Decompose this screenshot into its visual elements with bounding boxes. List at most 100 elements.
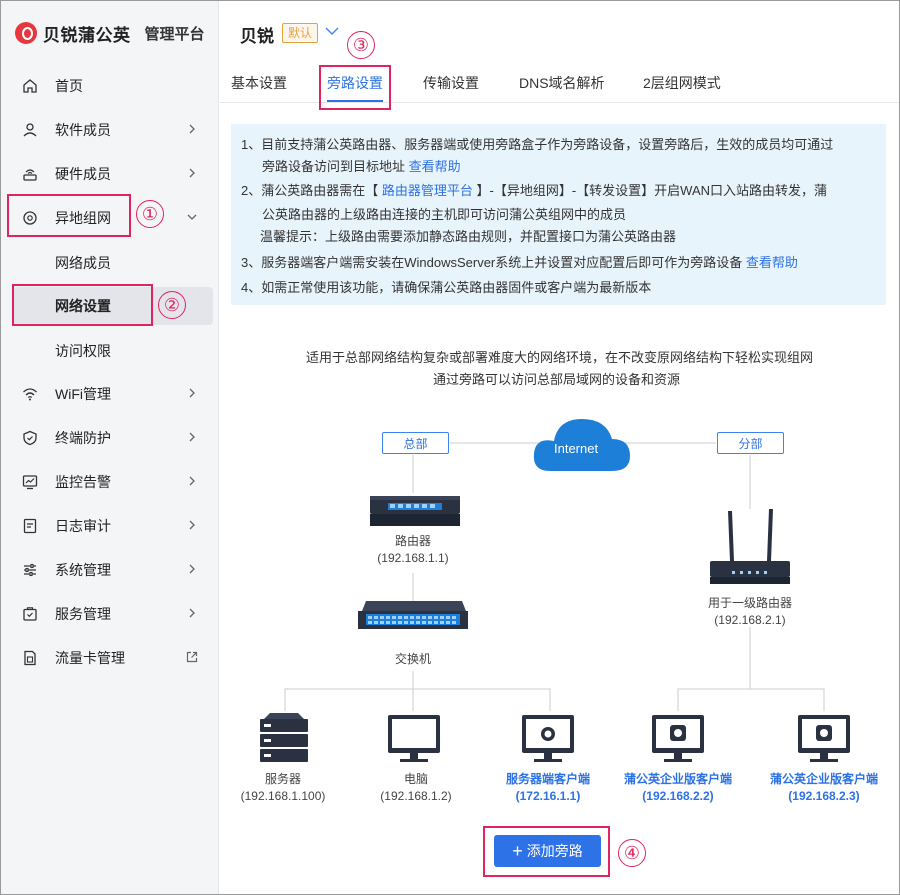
branch-router-name: 用于一级路由器 (707, 596, 792, 610)
client1-name: 服务器端客户端 (505, 772, 590, 786)
diagram-caption-2: 通过旁路可以访问总部局域网的设备和资源 (432, 372, 680, 387)
sidebar-item-label: WiFi管理 (55, 386, 111, 402)
sidebar-item-system[interactable]: 系统管理 (7, 552, 213, 588)
router-ip: (192.168.1.1) (377, 551, 449, 565)
chevron-right-icon (189, 520, 195, 530)
tab-dns-resolution[interactable]: DNS域名解析 (519, 73, 605, 93)
switch-label: 交换机 (394, 652, 431, 666)
sidebar-item-log-audit[interactable]: 日志审计 (7, 508, 213, 544)
sidebar-item-service[interactable]: 服务管理 (7, 596, 213, 632)
sidebar-item-home[interactable]: 首页 (7, 68, 213, 104)
chevron-down-icon[interactable] (324, 25, 340, 37)
external-link-icon (186, 651, 198, 663)
annotation-number-3: ③ (347, 31, 375, 59)
brand-logo-icon (15, 22, 37, 44)
enterprise-client-label-2: 蒲公英企业版客户端 (192.168.2.3) (760, 771, 888, 805)
sliders-icon (21, 561, 39, 579)
annotation-number-2: ② (158, 291, 186, 319)
service-box-icon (21, 605, 39, 623)
log-icon (21, 517, 39, 535)
chevron-down-icon (187, 214, 197, 220)
pc-name: 电脑 (403, 772, 428, 786)
sidebar-subitem-label: 访问权限 (55, 343, 111, 359)
internet-cloud-label: Internet (554, 441, 599, 456)
hq-tag: 总部 (382, 432, 449, 454)
pc-monitor-icon (388, 715, 440, 762)
info-line-1: 1、目前支持蒲公英路由器、服务器端或使用旁路盒子作为旁路设备，设置旁路后，生效的… (241, 137, 834, 152)
sidebar-subitem-access-rights[interactable]: 访问权限 (13, 332, 213, 370)
pc-ip: (192.168.1.2) (380, 789, 452, 803)
tab-transfer-settings[interactable]: 传输设置 (423, 73, 479, 93)
add-bypass-label: 添加旁路 (526, 843, 583, 859)
info-line-3-text-b: 】-【异地组网】-【转发设置】开启WAN口入站路由转发，蒲 (476, 183, 828, 198)
router-label: 路由器 (192.168.1.1) (363, 533, 463, 567)
sidebar-item-hardware-members[interactable]: 硬件成员 (7, 156, 213, 192)
server-client-icon (522, 715, 574, 762)
monitor-chart-icon (21, 473, 39, 491)
sidebar-item-terminal-protection[interactable]: 终端防护 (7, 420, 213, 456)
router-platform-link[interactable]: 路由器管理平台 (382, 183, 473, 198)
sidebar-item-label: 首页 (55, 78, 83, 94)
info-line-3-text-a: 2、蒲公英路由器需在【 (241, 183, 379, 198)
chevron-right-icon (189, 476, 195, 486)
sidebar-item-label: 日志审计 (55, 518, 111, 534)
switch-device-icon (358, 601, 468, 629)
info-notice: 1、目前支持蒲公英路由器、服务器端或使用旁路盒子作为旁路设备，设置旁路后，生效的… (231, 124, 886, 305)
info-line-2: 旁路设备访问到目标地址 查看帮助 (262, 155, 461, 179)
sidebar-subitem-label: 网络成员 (55, 255, 111, 271)
shield-icon (21, 429, 39, 447)
client3-name: 蒲公英企业版客户端 (769, 772, 878, 786)
pc-label: 电脑 (192.168.1.2) (366, 771, 466, 805)
sidebar: 贝锐蒲公英 管理平台 首页 软件成员 硬件成员 异地组网 网络成员 网络设置 访… (1, 1, 219, 894)
chevron-right-icon (189, 608, 195, 618)
chevron-right-icon (189, 124, 195, 134)
sidebar-item-label: 流量卡管理 (55, 650, 125, 666)
sim-card-icon (21, 649, 39, 667)
server-ip: (192.168.1.100) (240, 789, 326, 803)
info-line-2-text: 旁路设备访问到目标地址 (262, 159, 406, 174)
main-content: 贝锐 默认 基本设置 旁路设置 传输设置 DNS域名解析 2层组网模式 ③ 1、… (220, 1, 899, 894)
router-device-icon (370, 496, 460, 526)
annotation-number-1: ① (136, 200, 164, 228)
add-bypass-button[interactable]: + 添加旁路 (494, 835, 601, 867)
branch-router-label: 用于一级路由器 (192.168.2.1) (690, 595, 810, 629)
client3-ip: (192.168.2.3) (788, 789, 860, 803)
info-line-5: 温馨提示：上级路由需要添加静态路由规则，并配置接口为蒲公英路由器 (260, 229, 677, 244)
help-link-2[interactable]: 查看帮助 (746, 255, 798, 270)
tab-basic-settings[interactable]: 基本设置 (231, 73, 287, 93)
info-line-6-text: 3、服务器端客户端需安装在WindowsServer系统上并设置对应配置后即可作… (241, 255, 743, 270)
brand-subtitle: 管理平台 (144, 25, 205, 43)
branch-tag: 分部 (717, 432, 784, 454)
home-icon (21, 77, 39, 95)
chevron-right-icon (189, 168, 195, 178)
info-line-3: 2、蒲公英路由器需在【 路由器管理平台 】-【异地组网】-【转发设置】开启WAN… (241, 179, 827, 203)
sidebar-item-data-card[interactable]: 流量卡管理 (7, 640, 213, 676)
brand-name: 贝锐蒲公英 (43, 25, 131, 45)
tab-layer2-mode[interactable]: 2层组网模式 (643, 73, 721, 93)
annotation-box-1 (7, 194, 131, 237)
server-icon (260, 713, 308, 762)
server-name: 服务器 (264, 772, 301, 786)
info-line-7: 4、如需正常使用该功能，请确保蒲公英路由器固件或客户端为最新版本 (241, 280, 652, 295)
sidebar-item-label: 终端防护 (55, 430, 111, 446)
sidebar-subitem-network-members[interactable]: 网络成员 (13, 244, 213, 282)
sidebar-item-label: 系统管理 (55, 562, 111, 578)
plus-icon: + (512, 841, 523, 861)
annotation-number-4: ④ (618, 839, 646, 867)
sidebar-item-wifi[interactable]: WiFi管理 (7, 376, 213, 412)
brand[interactable]: 贝锐蒲公英 管理平台 (15, 19, 205, 47)
chevron-right-icon (189, 432, 195, 442)
annotation-box-3 (319, 65, 391, 110)
server-client-label: 服务器端客户端 (172.16.1.1) (488, 771, 608, 805)
wireless-router-icon (710, 509, 790, 584)
help-link[interactable]: 查看帮助 (409, 159, 461, 174)
sidebar-item-software-members[interactable]: 软件成员 (7, 112, 213, 148)
enterprise-client-icon (798, 715, 850, 762)
sidebar-item-label: 监控告警 (55, 474, 111, 490)
info-line-6: 3、服务器端客户端需安装在WindowsServer系统上并设置对应配置后即可作… (241, 251, 798, 275)
router-name: 路由器 (394, 534, 431, 548)
sidebar-item-label: 硬件成员 (55, 166, 111, 182)
sidebar-item-monitoring[interactable]: 监控告警 (7, 464, 213, 500)
sidebar-item-label: 服务管理 (55, 606, 111, 622)
enterprise-client-icon (652, 715, 704, 762)
